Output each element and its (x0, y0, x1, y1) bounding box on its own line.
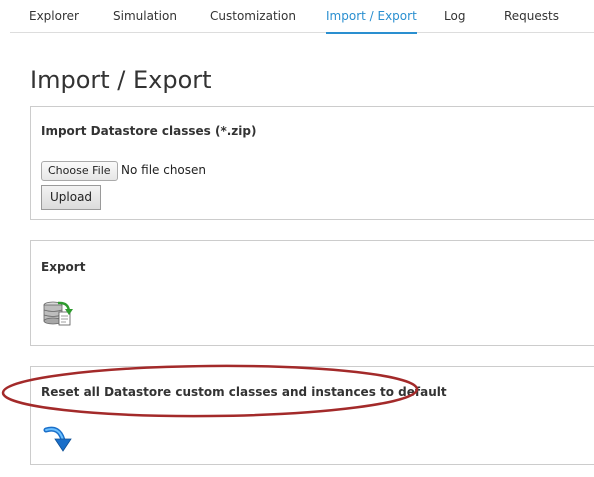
reset-panel: Reset all Datastore custom classes and i… (30, 366, 594, 465)
database-export-icon[interactable] (42, 299, 76, 327)
export-panel-title: Export (41, 260, 86, 274)
tab-requests[interactable]: Requests (504, 0, 559, 33)
reset-panel-title: Reset all Datastore custom classes and i… (41, 385, 447, 399)
file-status-text: No file chosen (121, 163, 207, 177)
tab-import-export[interactable]: Import / Export (326, 0, 417, 34)
export-panel: Export (30, 240, 594, 346)
tab-simulation[interactable]: Simulation (113, 0, 177, 33)
page-title: Import / Export (30, 66, 212, 94)
tab-explorer[interactable]: Explorer (29, 0, 79, 33)
top-nav: Explorer Simulation Customization Import… (10, 0, 594, 34)
upload-button[interactable]: Upload (41, 185, 102, 210)
tab-customization[interactable]: Customization (210, 0, 296, 33)
import-panel: Import Datastore classes (*.zip) Choose … (30, 106, 594, 220)
choose-file-button[interactable]: Choose File (41, 161, 118, 181)
import-panel-title: Import Datastore classes (*.zip) (41, 124, 257, 138)
tab-log[interactable]: Log (444, 0, 465, 33)
curved-arrow-down-icon[interactable] (43, 424, 73, 454)
